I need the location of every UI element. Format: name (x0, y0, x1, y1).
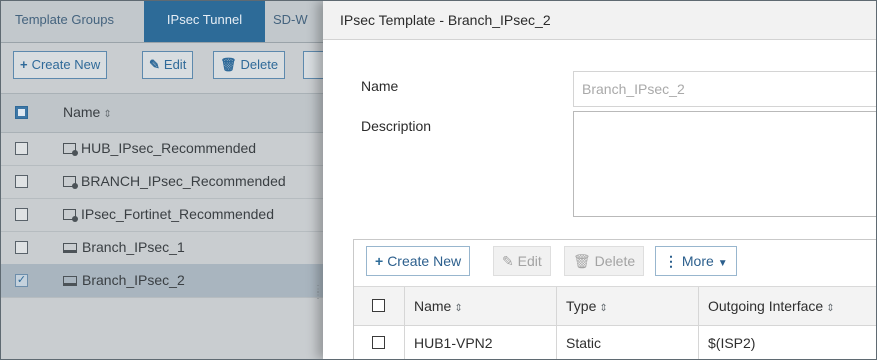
create-new-button[interactable]: + Create New (13, 51, 108, 79)
template-icon (63, 243, 77, 253)
tunnel-toolbar: + Create New ✎ Edit 🗑 Delete ⋮ More ▼ (354, 240, 876, 287)
select-all-checkbox[interactable] (372, 299, 385, 312)
edit-button[interactable]: ✎ Edit (142, 51, 194, 79)
sort-icon: ⇕ (599, 303, 608, 314)
row-checkbox[interactable] (15, 142, 28, 155)
row-name: HUB_IPsec_Recommended (81, 140, 257, 156)
edit-icon: ✎ (502, 253, 514, 269)
row-name: Branch_IPsec_1 (82, 239, 185, 255)
kebab-icon: ⋮ (664, 253, 678, 269)
ipsec-template-dialog: IPsec Template - Branch_IPsec_2 Name Des… (323, 1, 876, 359)
group-template-icon (63, 209, 78, 222)
column-header-outgoing-interface[interactable]: Outgoing Interface ⇕ (708, 298, 835, 314)
plus-icon: + (20, 57, 28, 72)
tab-template-groups[interactable]: Template Groups (15, 1, 114, 42)
cell-name: HUB1-VPN2 (414, 335, 493, 351)
tunnel-edit-button[interactable]: ✎ Edit (493, 246, 551, 276)
sort-icon: ⇕ (826, 303, 835, 314)
group-template-icon (63, 143, 78, 156)
tab-ipsec-tunnel[interactable]: IPsec Tunnel (144, 1, 265, 42)
tunnel-table-panel: + Create New ✎ Edit 🗑 Delete ⋮ More ▼ Nam… (353, 239, 876, 359)
chevron-down-icon: ▼ (717, 258, 728, 269)
row-checkbox[interactable] (15, 175, 28, 188)
tunnel-more-button[interactable]: ⋮ More ▼ (655, 246, 737, 276)
table-row[interactable]: BRANCH_IPsec_Recommended (1, 165, 331, 199)
edit-icon: ✎ (149, 57, 160, 72)
ipsec-template-list-panel: Template Groups IPsec Tunnel SD-W + Creat… (1, 1, 333, 359)
table-row[interactable]: IPsec_Fortinet_Recommended (1, 198, 331, 232)
tunnel-delete-button[interactable]: 🗑 Delete (564, 246, 645, 276)
sort-icon: ⇕ (454, 303, 463, 314)
dialog-title: IPsec Template - Branch_IPsec_2 (340, 12, 551, 28)
sort-icon: ⇕ (103, 109, 112, 120)
name-label: Name (361, 78, 399, 94)
cell-type: Static (566, 335, 602, 351)
description-label: Description (361, 118, 432, 134)
row-name: Branch_IPsec_2 (82, 272, 185, 288)
row-checkbox[interactable] (15, 241, 28, 254)
table-row[interactable]: HUB_IPsec_Recommended (1, 132, 331, 166)
list-table-header: Name ⇕ (1, 93, 331, 133)
table-row[interactable]: HUB1-VPN2 Static $(ISP2) (354, 326, 876, 359)
template-icon (63, 276, 77, 286)
name-field[interactable] (573, 71, 876, 107)
column-header-name[interactable]: Name ⇕ (414, 298, 463, 314)
screen: Template Groups IPsec Tunnel SD-W + Creat… (0, 0, 877, 360)
tab-bar: Template Groups IPsec Tunnel SD-W (1, 1, 331, 43)
dialog-title-bar: IPsec Template - Branch_IPsec_2 (323, 1, 876, 40)
row-checkbox-checked[interactable]: ✓ (15, 274, 28, 287)
column-header-type[interactable]: Type ⇕ (566, 298, 608, 314)
tab-sd-wan[interactable]: SD-W (273, 1, 308, 42)
trash-icon: 🗑 (573, 253, 591, 269)
tunnel-create-new-button[interactable]: + Create New (366, 246, 471, 276)
tunnel-table-header: Name ⇕ Type ⇕ Outgoing Interface ⇕ (354, 287, 876, 326)
row-name: BRANCH_IPsec_Recommended (81, 173, 286, 189)
row-checkbox[interactable] (15, 208, 28, 221)
panel-resize-handle[interactable]: ⋮⋮ (313, 285, 323, 305)
select-all-checkbox[interactable] (15, 106, 28, 119)
plus-icon: + (375, 253, 384, 269)
table-row[interactable]: Branch_IPsec_1 (1, 231, 331, 265)
delete-button[interactable]: 🗑 Delete (213, 51, 286, 79)
column-header-name[interactable]: Name ⇕ (63, 104, 112, 120)
group-template-icon (63, 176, 78, 189)
list-toolbar: + Create New ✎ Edit 🗑 Delete (1, 43, 333, 88)
row-checkbox[interactable] (372, 336, 385, 349)
row-name: IPsec_Fortinet_Recommended (81, 206, 274, 222)
table-row-selected[interactable]: ✓ Branch_IPsec_2 (1, 264, 331, 298)
trash-icon: 🗑 (220, 57, 237, 72)
cell-outgoing-interface: $(ISP2) (708, 335, 756, 351)
description-field[interactable] (573, 111, 876, 217)
